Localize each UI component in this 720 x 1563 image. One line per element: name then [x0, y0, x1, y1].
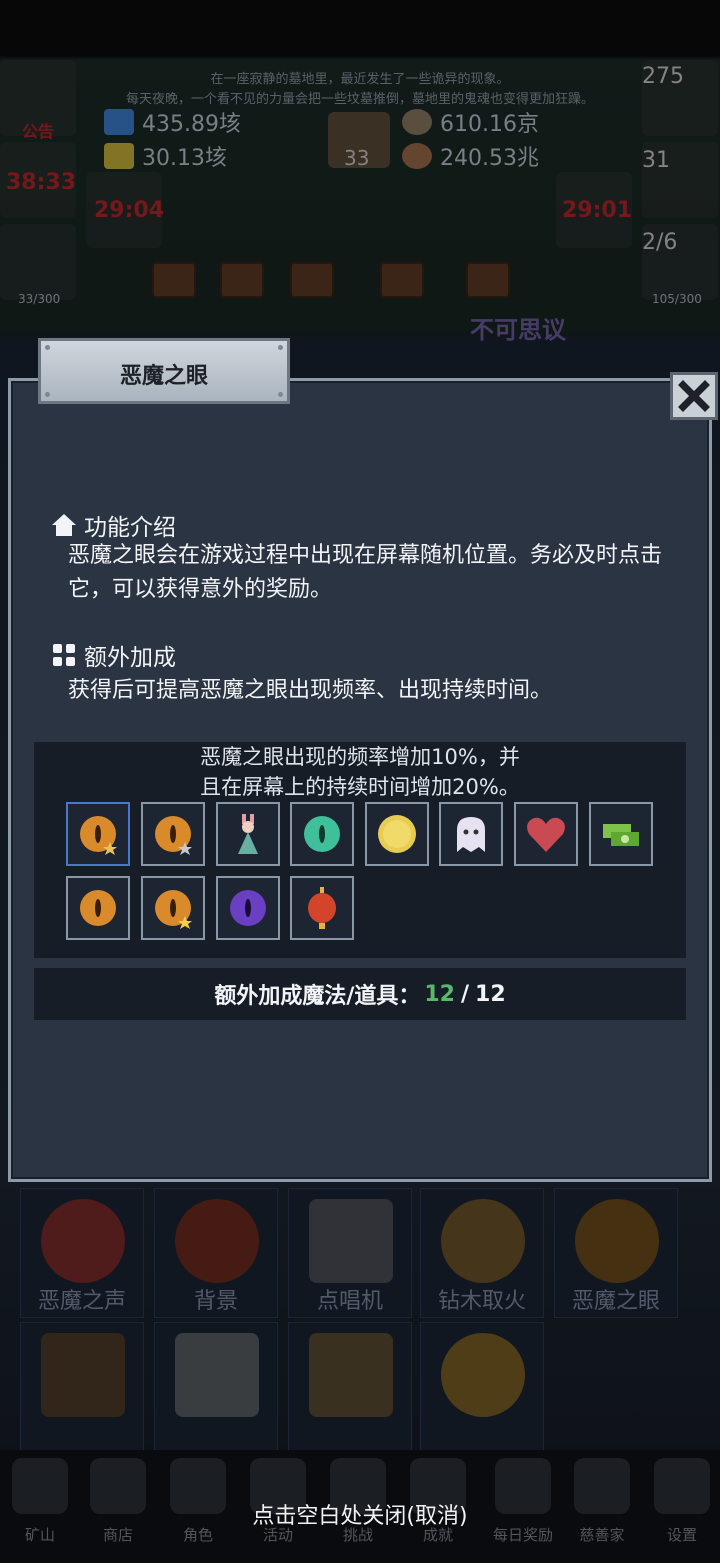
bonus-count-bar: 额外加成魔法/道具： 12 / 12	[34, 968, 686, 1020]
close-icon	[678, 380, 710, 412]
bonus-slot[interactable]	[216, 802, 280, 866]
dialog-title-tab: 恶魔之眼	[38, 338, 290, 404]
bonus-slot[interactable]	[141, 802, 205, 866]
rivet	[278, 345, 283, 350]
close-button[interactable]	[670, 372, 718, 420]
bonus-count-label: 额外加成魔法/道具：	[214, 984, 421, 1009]
bonus-slot[interactable]	[66, 802, 130, 866]
rabbit-girl-icon	[226, 812, 270, 856]
amber-eye-icon	[76, 886, 120, 930]
bonus-slot[interactable]	[290, 802, 354, 866]
bonus-count-separator: /	[461, 981, 470, 1007]
bonus-count-total: 12	[475, 981, 506, 1007]
section-intro-title: 功能介绍	[84, 515, 176, 541]
purple-eye-icon	[226, 886, 270, 930]
bonus-desc-line2: 且在屏幕上的持续时间增加20%。	[200, 775, 520, 799]
green-eye-icon	[300, 812, 344, 856]
rivet	[45, 345, 50, 350]
close-hint: 点击空白处关闭(取消)	[252, 1504, 468, 1529]
dialog-title: 恶魔之眼	[119, 364, 208, 389]
bonus-slot[interactable]	[290, 876, 354, 940]
bonus-slot[interactable]	[66, 876, 130, 940]
grid-icon	[50, 641, 78, 669]
home-icon	[50, 511, 78, 539]
bonus-slot[interactable]	[365, 802, 429, 866]
bonus-desc-line1: 恶魔之眼出现的频率增加10%，并	[200, 745, 520, 769]
cash-stack-icon	[599, 812, 643, 856]
bonus-count-current: 12	[424, 981, 455, 1007]
ghost-icon	[449, 812, 493, 856]
rivet	[45, 392, 50, 397]
amber-eye-gold-star-icon	[151, 886, 195, 930]
heart-icon	[524, 812, 568, 856]
bonus-slot[interactable]	[216, 876, 280, 940]
bonus-slot[interactable]	[141, 876, 205, 940]
bonus-slot[interactable]	[589, 802, 653, 866]
rivet	[278, 392, 283, 397]
section-bonus-title: 额外加成	[84, 645, 176, 671]
golden-eye-silver-star-icon	[151, 812, 195, 856]
bonus-slot[interactable]	[439, 802, 503, 866]
section-bonus-heading: 额外加成	[50, 638, 176, 672]
gold-coin-icon	[375, 812, 419, 856]
bonus-slot[interactable]	[514, 802, 578, 866]
golden-eye-star-icon	[76, 812, 120, 856]
red-lantern-icon	[300, 886, 344, 930]
section-intro-body: 恶魔之眼会在游戏过程中出现在屏幕随机位置。务必及时点击它，可以获得意外的奖励。	[68, 543, 663, 602]
section-intro-heading: 功能介绍	[50, 508, 176, 542]
section-bonus-body: 获得后可提高恶魔之眼出现频率、出现持续时间。	[68, 678, 553, 703]
